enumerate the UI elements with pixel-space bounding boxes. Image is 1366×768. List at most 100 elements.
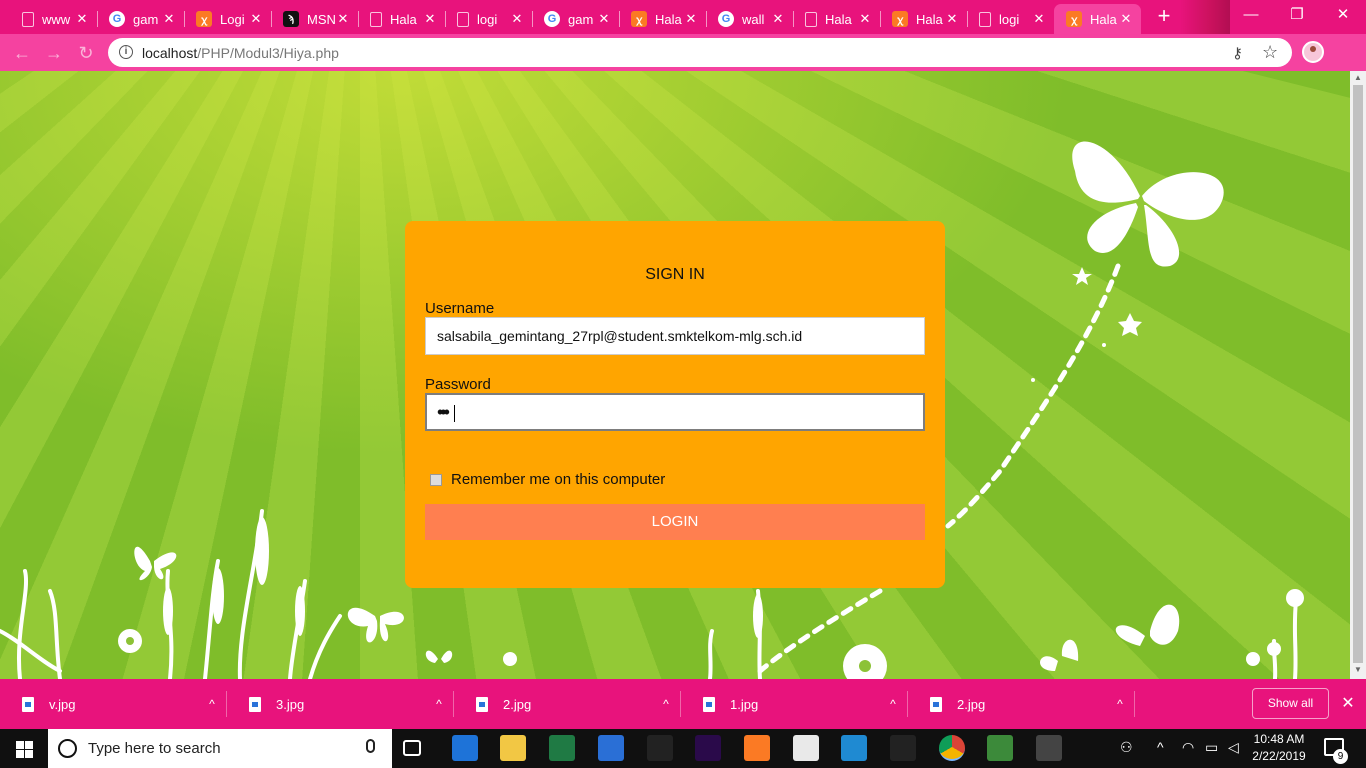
microphone-icon[interactable] — [366, 739, 375, 753]
document-icon — [457, 11, 469, 27]
taskbar-premiere-icon[interactable] — [695, 735, 722, 761]
key-icon[interactable]: ⚷ — [1232, 44, 1243, 62]
tab-close-icon[interactable]: ✕ — [771, 11, 785, 27]
cortana-icon — [58, 739, 77, 758]
download-item[interactable]: 3.jpg ^ — [227, 679, 454, 729]
chevron-up-icon[interactable]: ^ — [197, 697, 227, 711]
chevron-up-icon[interactable]: ^ — [1105, 697, 1135, 711]
remember-me-row[interactable]: Remember me on this computer — [430, 471, 665, 488]
tab-close-icon[interactable]: ✕ — [1032, 11, 1046, 27]
browser-tab[interactable]: www ✕ — [10, 4, 97, 34]
scroll-thumb[interactable] — [1353, 85, 1363, 663]
login-card: SIGN IN Username Password ••• Remember m… — [405, 221, 945, 588]
tab-close-icon[interactable]: ✕ — [945, 11, 959, 27]
login-button[interactable]: LOGIN — [425, 504, 925, 540]
search-placeholder: Type here to search — [88, 740, 221, 757]
tab-close-icon[interactable]: ✕ — [510, 11, 524, 27]
browser-tab[interactable]: logi ✕ — [445, 4, 532, 34]
chevron-up-icon[interactable]: ^ — [424, 697, 454, 711]
tab-title: Hala — [825, 11, 852, 27]
password-label: Password — [425, 376, 491, 393]
taskbar-search-box[interactable]: Type here to search — [48, 729, 392, 768]
restore-button[interactable]: ❐ — [1274, 0, 1320, 30]
browser-tab[interactable]: ϡ MSN ✕ — [271, 4, 358, 34]
page-viewport: SIGN IN Username Password ••• Remember m… — [0, 71, 1350, 679]
taskbar-mail-icon[interactable] — [792, 735, 819, 761]
reload-button[interactable]: ↻ — [72, 39, 100, 67]
tab-close-icon[interactable]: ✕ — [684, 11, 698, 27]
taskbar-xampp-icon[interactable] — [743, 735, 770, 761]
username-input[interactable] — [425, 317, 925, 355]
browser-tab[interactable]: ꭓ Hala ✕ — [1054, 4, 1141, 34]
scroll-up-arrow-icon[interactable]: ▲ — [1353, 73, 1363, 83]
show-hidden-icons-icon[interactable]: ^ — [1157, 739, 1164, 755]
info-icon[interactable]: i — [119, 45, 133, 59]
taskbar-task-view-icon[interactable] — [403, 740, 421, 756]
taskbar-file-explorer-icon[interactable] — [500, 735, 527, 761]
taskbar-sublime-icon[interactable] — [987, 735, 1014, 761]
url-text[interactable]: localhost/PHP/Modul3/Hiya.php — [142, 45, 339, 61]
address-bar[interactable]: i localhost/PHP/Modul3/Hiya.php ⚷ ☆ — [108, 38, 1292, 67]
document-icon — [22, 11, 34, 27]
browser-tab[interactable]: Gwall ✕ — [706, 4, 793, 34]
browser-tab[interactable]: Ggam ✕ — [532, 4, 619, 34]
browser-tab[interactable]: ꭓ Hala ✕ — [619, 4, 706, 34]
windows-taskbar: Type here to search ⚇ ^ ◠ ▭ ◁ 10:48 AM 2… — [0, 729, 1366, 768]
browser-tab[interactable]: logi ✕ — [967, 4, 1054, 34]
system-clock[interactable]: 10:48 AM 2/22/2019 — [1248, 731, 1310, 765]
close-shelf-button[interactable]: ✕ — [1339, 693, 1357, 713]
remember-me-checkbox[interactable] — [430, 473, 442, 486]
scroll-down-arrow-icon[interactable]: ▼ — [1353, 665, 1363, 675]
tab-close-icon[interactable]: ✕ — [1119, 11, 1133, 27]
bookmark-star-icon[interactable]: ☆ — [1262, 42, 1278, 63]
download-item[interactable]: 2.jpg ^ — [908, 679, 1135, 729]
close-window-button[interactable]: ✕ — [1320, 0, 1366, 30]
show-all-downloads-button[interactable]: Show all — [1252, 688, 1329, 719]
start-button[interactable] — [0, 729, 48, 768]
image-file-icon — [22, 696, 34, 712]
tab-close-icon[interactable]: ✕ — [75, 11, 89, 27]
browser-tab[interactable]: ꭓ Logi ✕ — [184, 4, 271, 34]
tab-close-icon[interactable]: ✕ — [597, 11, 611, 27]
volume-icon[interactable]: ◁ — [1228, 739, 1239, 756]
minimize-button[interactable]: — — [1228, 0, 1274, 30]
tab-title: Hala — [655, 11, 682, 27]
notification-count-badge: 9 — [1333, 749, 1348, 764]
browser-tab[interactable]: Hala ✕ — [793, 4, 880, 34]
remember-me-label[interactable]: Remember me on this computer — [451, 471, 665, 488]
taskbar-security-icon[interactable] — [890, 735, 916, 761]
tab-close-icon[interactable]: ✕ — [162, 11, 176, 27]
new-tab-button[interactable]: + — [1152, 5, 1176, 29]
back-button[interactable]: ← — [8, 39, 36, 67]
people-icon[interactable]: ⚇ — [1120, 739, 1133, 756]
download-item[interactable]: 2.jpg ^ — [454, 679, 681, 729]
tab-close-icon[interactable]: ✕ — [858, 11, 872, 27]
tab-close-icon[interactable]: ✕ — [423, 11, 437, 27]
taskbar-obs-icon[interactable] — [646, 735, 673, 761]
password-input[interactable]: ••• — [425, 393, 925, 431]
taskbar-edge-icon[interactable] — [451, 735, 478, 761]
wifi-icon[interactable]: ◠ — [1182, 739, 1194, 756]
windows-logo-icon — [16, 741, 24, 749]
tab-close-icon[interactable]: ✕ — [249, 11, 263, 27]
page-scrollbar[interactable]: ▲ ▼ — [1350, 71, 1366, 679]
taskbar-chrome-icon[interactable] — [938, 735, 965, 761]
google-icon: G — [718, 11, 734, 27]
browser-toolbar: ← → ↻ i localhost/PHP/Modul3/Hiya.php ⚷ … — [0, 34, 1366, 71]
taskbar-store-icon[interactable] — [597, 735, 624, 761]
forward-button[interactable]: → — [40, 39, 68, 67]
taskbar-photos-icon[interactable] — [1036, 735, 1063, 761]
browser-tab[interactable]: Hala ✕ — [358, 4, 445, 34]
download-item[interactable]: v.jpg ^ — [0, 679, 227, 729]
browser-tab[interactable]: Ggam ✕ — [97, 4, 184, 34]
profile-avatar[interactable] — [1302, 41, 1324, 63]
taskbar-vscode-icon[interactable] — [841, 735, 868, 761]
chevron-up-icon[interactable]: ^ — [651, 697, 681, 711]
download-item[interactable]: 1.jpg ^ — [681, 679, 908, 729]
battery-icon[interactable]: ▭ — [1205, 739, 1218, 756]
tab-close-icon[interactable]: ✕ — [336, 11, 350, 27]
browser-tab[interactable]: ꭓ Hala ✕ — [880, 4, 967, 34]
chevron-up-icon[interactable]: ^ — [878, 697, 908, 711]
taskbar-excel-icon[interactable] — [549, 735, 576, 761]
download-filename: 1.jpg — [730, 696, 759, 712]
